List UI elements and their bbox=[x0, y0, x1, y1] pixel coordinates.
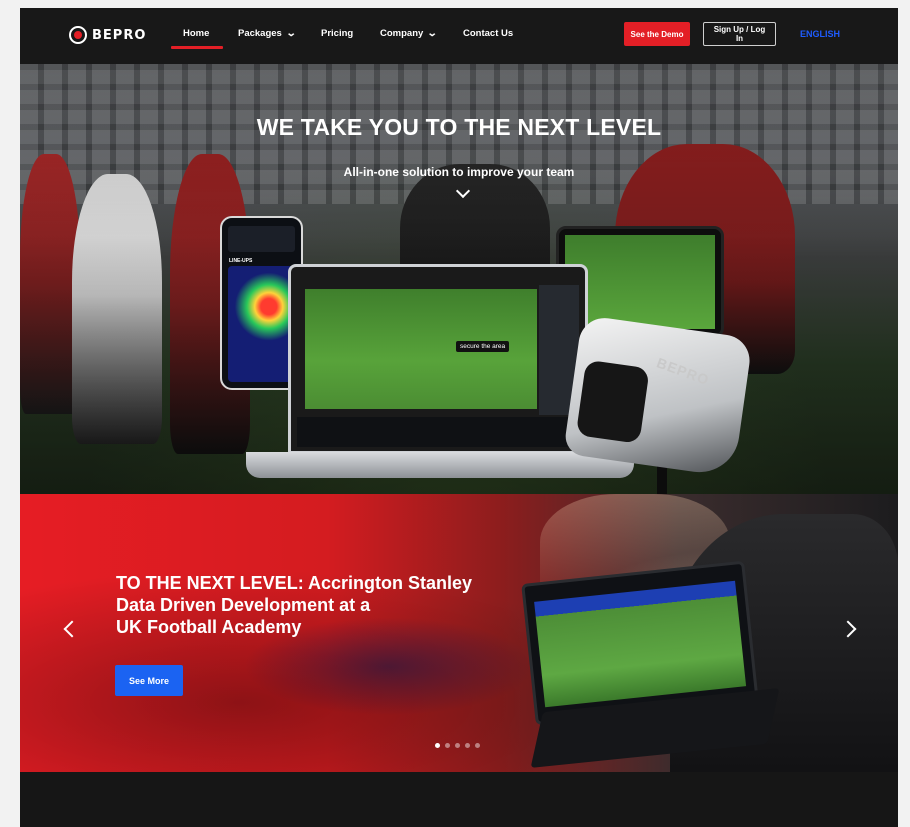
slide-laptop-screen bbox=[534, 580, 747, 708]
hero-section: WE TAKE YOU TO THE NEXT LEVEL All-in-one… bbox=[20, 64, 898, 494]
carousel-dot[interactable] bbox=[435, 743, 440, 748]
carousel-dot[interactable] bbox=[455, 743, 460, 748]
hero-title: WE TAKE YOU TO THE NEXT LEVEL bbox=[256, 114, 662, 140]
slide-title: TO THE NEXT LEVEL: Accrington Stanley Da… bbox=[116, 572, 526, 638]
camera-lens-face bbox=[575, 359, 650, 444]
next-section-band bbox=[20, 772, 898, 827]
laptop-timeline bbox=[297, 417, 579, 447]
hero-subtitle: All-in-one solution to improve your team bbox=[343, 165, 575, 179]
phone-scoreboard bbox=[228, 226, 295, 252]
nav-company[interactable]: Company ⌄ bbox=[380, 28, 438, 39]
heatmap-image bbox=[228, 266, 296, 382]
chevron-down-icon: ⌄ bbox=[427, 28, 438, 39]
nav-contact-label: Contact Us bbox=[463, 28, 514, 39]
slide-title-line: Data Driven Development at a bbox=[116, 595, 371, 615]
brand-logo[interactable]: BEPRO bbox=[69, 26, 146, 44]
chevron-down-icon: ⌄ bbox=[285, 28, 297, 39]
carousel-dot[interactable] bbox=[475, 743, 480, 748]
bepro-camera: BEPRO bbox=[563, 314, 753, 478]
signup-login-button[interactable]: Sign Up / Log In bbox=[703, 22, 776, 46]
nav-pricing-label: Pricing bbox=[321, 28, 354, 39]
slide-title-line: UK Football Academy bbox=[116, 617, 302, 637]
nav-pricing[interactable]: Pricing bbox=[321, 28, 353, 39]
logo-icon bbox=[69, 26, 87, 44]
top-navbar: BEPRO Home Packages ⌄ Pricing Company ⌄ … bbox=[20, 8, 898, 64]
nav-home-label: Home bbox=[183, 28, 210, 39]
carousel-dot[interactable] bbox=[445, 743, 450, 748]
nav-company-label: Company bbox=[380, 28, 424, 39]
nav-contact[interactable]: Contact Us bbox=[463, 28, 513, 39]
laptop-keyboard-base bbox=[246, 452, 634, 478]
see-more-button[interactable]: See More bbox=[115, 665, 183, 696]
see-demo-button[interactable]: See the Demo bbox=[624, 22, 690, 46]
carousel-dot[interactable] bbox=[465, 743, 470, 748]
camera-brand-text: BEPRO bbox=[654, 354, 712, 389]
page-frame: BEPRO Home Packages ⌄ Pricing Company ⌄ … bbox=[20, 8, 898, 827]
logo-text: BEPRO bbox=[92, 27, 147, 43]
nav-home[interactable]: Home bbox=[170, 28, 225, 49]
laptop-mockup bbox=[288, 264, 588, 454]
phone-lineups-label: LINE-UPS bbox=[229, 258, 253, 264]
news-carousel: TO THE NEXT LEVEL: Accrington Stanley Da… bbox=[20, 494, 898, 772]
slide-title-line: TO THE NEXT LEVEL: Accrington Stanley bbox=[116, 573, 473, 593]
language-selector[interactable]: ENGLISH bbox=[800, 29, 840, 39]
carousel-dots bbox=[435, 743, 480, 748]
nav-packages-label: Packages bbox=[238, 28, 282, 39]
nav-packages[interactable]: Packages ⌄ bbox=[238, 28, 297, 39]
video-annotation: secure the area bbox=[456, 341, 510, 352]
